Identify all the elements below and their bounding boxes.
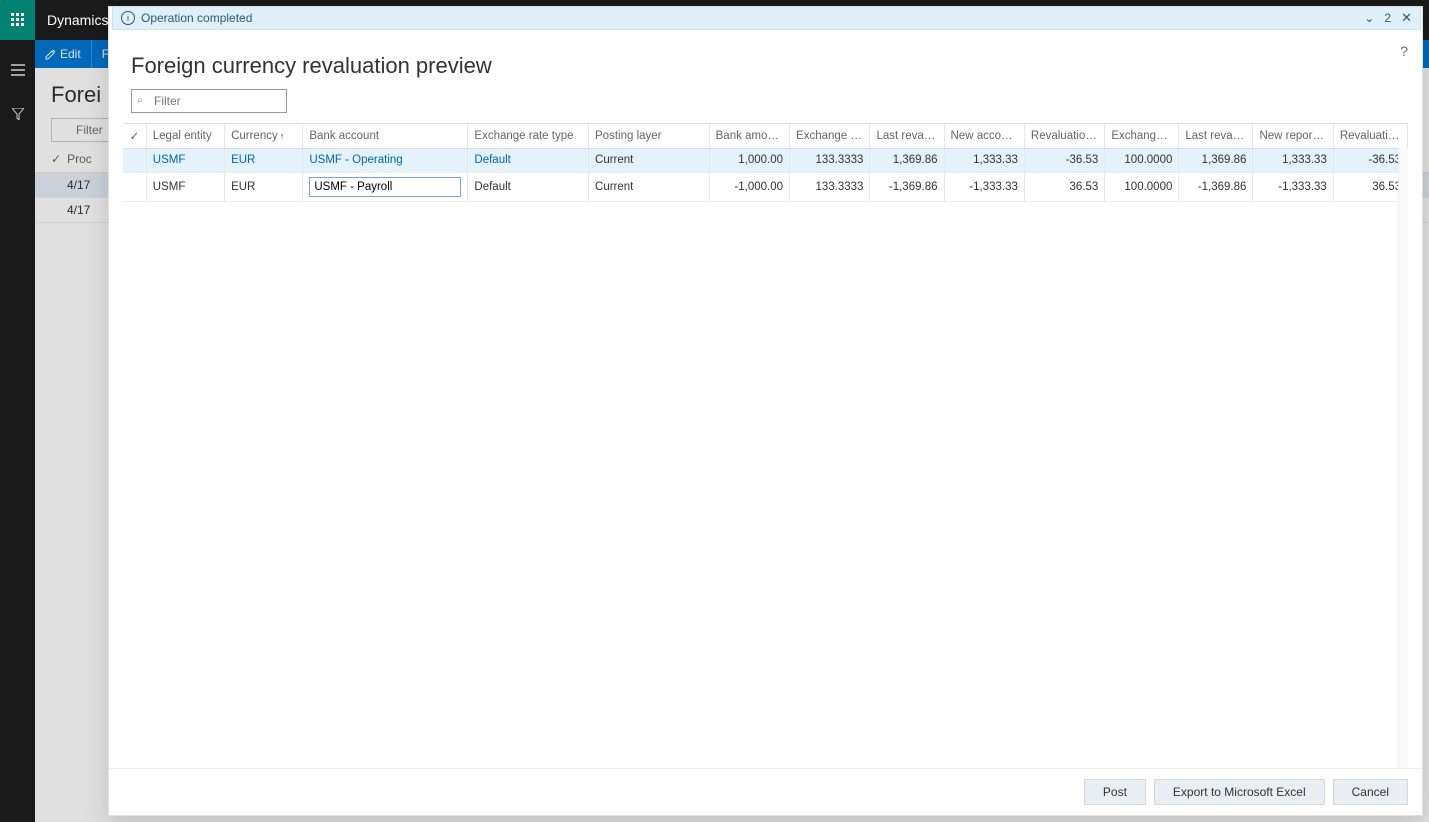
cell-new-accounting[interactable]: -1,333.33 xyxy=(944,172,1024,201)
dialog-footer: Post Export to Microsoft Excel Cancel xyxy=(109,768,1422,815)
cell-reval-gain-1[interactable]: 36.53 xyxy=(1024,172,1104,201)
col-reval-gain-1[interactable]: Revaluation gai... xyxy=(1024,124,1104,148)
cell-currency[interactable]: EUR xyxy=(225,148,303,172)
cell-currency[interactable]: EUR xyxy=(225,172,303,201)
dialog-filter: ⌕ xyxy=(131,89,287,113)
cell-last-revalued-ac[interactable]: -1,369.86 xyxy=(870,172,944,201)
cell-exchange-rate-type[interactable]: Default xyxy=(468,148,589,172)
app-name: Dynamics xyxy=(47,12,108,28)
col-legal-entity[interactable]: Legal entity xyxy=(146,124,224,148)
table-row[interactable]: USMFEURDefaultCurrent-1,000.00133.3333-1… xyxy=(123,172,1408,201)
col-posting-layer[interactable]: Posting layer xyxy=(589,124,710,148)
cell-reval-gain-1[interactable]: -36.53 xyxy=(1024,148,1104,172)
cell-bank-account[interactable] xyxy=(303,172,468,201)
col-reval-gain-2[interactable]: Revaluation gai... xyxy=(1333,124,1407,148)
col-bank-account[interactable]: Bank account xyxy=(303,124,468,148)
cell-posting-layer[interactable]: Current xyxy=(589,148,710,172)
cell-last-revalued-re[interactable]: -1,369.86 xyxy=(1179,172,1253,201)
left-rail xyxy=(0,0,35,822)
cell-new-reporting[interactable]: -1,333.33 xyxy=(1253,172,1333,201)
col-exchange-rate-type[interactable]: Exchange rate type xyxy=(468,124,589,148)
hamburger-menu-icon[interactable] xyxy=(0,56,35,84)
col-last-revalued-re[interactable]: Last revalued re... xyxy=(1179,124,1253,148)
col-exchange-rate-2[interactable]: Exchange rate xyxy=(1105,124,1179,148)
revaluation-table: ✓ Legal entity Currency↑ Bank account Ex… xyxy=(123,124,1408,202)
export-excel-button[interactable]: Export to Microsoft Excel xyxy=(1154,779,1325,805)
table-row[interactable]: USMFEURUSMF - OperatingDefaultCurrent1,0… xyxy=(123,148,1408,172)
grid: ✓ Legal entity Currency↑ Bank account Ex… xyxy=(123,123,1408,768)
col-new-accounting[interactable]: New accounting... xyxy=(944,124,1024,148)
cell-legal-entity[interactable]: USMF xyxy=(146,172,224,201)
cell-bank-amount[interactable]: 1,000.00 xyxy=(709,148,789,172)
cell-select[interactable] xyxy=(123,148,146,172)
table-header-row: ✓ Legal entity Currency↑ Bank account Ex… xyxy=(123,124,1408,148)
notification-count: 2 xyxy=(1384,11,1391,25)
cancel-button[interactable]: Cancel xyxy=(1333,779,1408,805)
cell-last-revalued-ac[interactable]: 1,369.86 xyxy=(870,148,944,172)
scrollbar[interactable] xyxy=(1398,148,1408,768)
notification-message: Operation completed xyxy=(141,11,252,25)
cell-exchange-rate-2[interactable]: 100.0000 xyxy=(1105,172,1179,201)
cell-reval-gain-2[interactable]: 36.53 xyxy=(1333,172,1407,201)
col-new-reporting[interactable]: New reporting a... xyxy=(1253,124,1333,148)
cell-posting-layer[interactable]: Current xyxy=(589,172,710,201)
cell-reval-gain-2[interactable]: -36.53 xyxy=(1333,148,1407,172)
cell-exchange-rate-1[interactable]: 133.3333 xyxy=(790,148,870,172)
cell-legal-entity[interactable]: USMF xyxy=(146,148,224,172)
cell-select[interactable] xyxy=(123,172,146,201)
col-currency-label: Currency xyxy=(231,130,278,142)
cell-new-reporting[interactable]: 1,333.33 xyxy=(1253,148,1333,172)
funnel-filter-icon[interactable] xyxy=(0,100,35,128)
cell-last-revalued-re[interactable]: 1,369.86 xyxy=(1179,148,1253,172)
help-icon[interactable]: ? xyxy=(1400,43,1408,59)
notification-bar: i Operation completed ⌄ 2 ✕ xyxy=(112,6,1421,30)
cell-new-accounting[interactable]: 1,333.33 xyxy=(944,148,1024,172)
cell-exchange-rate-1[interactable]: 133.3333 xyxy=(790,172,870,201)
col-currency[interactable]: Currency↑ xyxy=(225,124,303,148)
col-last-revalued-ac[interactable]: Last revalued ac... xyxy=(870,124,944,148)
filter-input[interactable] xyxy=(131,89,287,113)
preview-dialog: ? Foreign currency revaluation preview ⌕… xyxy=(108,6,1423,816)
cell-bank-account[interactable]: USMF - Operating xyxy=(303,148,468,172)
col-exchange-rate-1[interactable]: Exchange rate xyxy=(790,124,870,148)
info-icon: i xyxy=(121,11,135,25)
cell-exchange-rate-type[interactable]: Default xyxy=(468,172,589,201)
chevron-down-icon[interactable]: ⌄ xyxy=(1364,11,1374,25)
col-bank-amount[interactable]: Bank amount xyxy=(709,124,789,148)
close-icon[interactable]: ✕ xyxy=(1401,10,1412,26)
sort-ascending-icon: ↑ xyxy=(280,131,285,141)
app-launcher-button[interactable] xyxy=(0,0,35,40)
search-icon: ⌕ xyxy=(137,95,143,108)
col-select[interactable]: ✓ xyxy=(123,124,146,148)
cell-exchange-rate-2[interactable]: 100.0000 xyxy=(1105,148,1179,172)
bank-account-input[interactable] xyxy=(309,177,461,197)
cell-bank-amount[interactable]: -1,000.00 xyxy=(709,172,789,201)
post-button[interactable]: Post xyxy=(1084,779,1146,805)
